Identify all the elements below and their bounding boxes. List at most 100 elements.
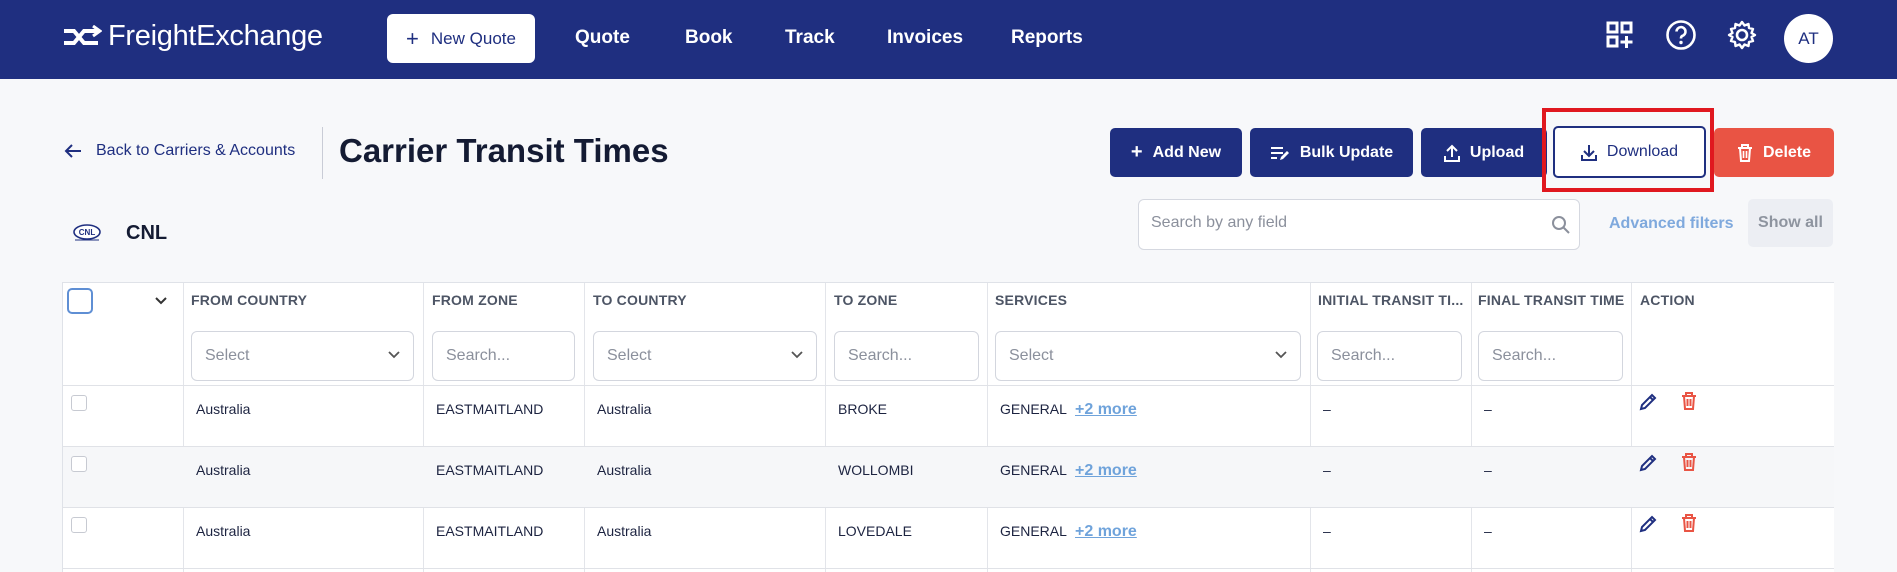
edit-pencil-icon[interactable] (1637, 391, 1659, 413)
trash-icon[interactable] (1678, 390, 1700, 412)
to-country-cell: Australia (597, 462, 652, 478)
row-checkbox[interactable] (71, 456, 87, 472)
new-quote-label: New Quote (430, 28, 516, 48)
services-cell: GENERAL (1000, 462, 1067, 478)
back-link-label: Back to Carriers & Accounts (96, 142, 296, 159)
nav-invoices[interactable]: Invoices (887, 27, 963, 49)
download-highlight (1542, 108, 1714, 192)
add-new-button[interactable]: + Add New (1110, 128, 1242, 177)
col-divider (1471, 283, 1472, 572)
show-all-button[interactable]: Show all (1748, 199, 1833, 247)
row-checkbox[interactable] (71, 517, 87, 533)
col-divider (183, 283, 184, 572)
user-avatar[interactable]: AT (1784, 14, 1833, 63)
chevron-down-icon[interactable] (154, 296, 168, 306)
delete-button[interactable]: Delete (1714, 128, 1834, 177)
nav-book[interactable]: Book (685, 27, 733, 49)
search-placeholder: Search... (848, 347, 913, 364)
col-header-final-transit[interactable]: FINAL TRANSIT TIME (1478, 292, 1624, 308)
final-transit-cell: – (1484, 523, 1492, 539)
search-placeholder: Search... (1331, 347, 1396, 364)
row-divider (62, 507, 1834, 508)
brand-logo[interactable]: FreightExchange (62, 20, 323, 53)
add-new-label: Add New (1152, 143, 1222, 161)
from-zone-cell: EASTMAITLAND (436, 523, 544, 539)
final-transit-cell: – (1484, 462, 1492, 478)
final-transit-cell: – (1484, 401, 1492, 417)
select-placeholder: Select (205, 347, 250, 364)
col-divider (1631, 283, 1632, 572)
top-navbar: FreightExchange + New Quote Quote Book T… (0, 0, 1897, 79)
chevron-down-icon (388, 351, 400, 359)
col-divider (423, 283, 424, 572)
search-placeholder: Search... (1492, 347, 1557, 364)
col-header-to-zone[interactable]: TO ZONE (834, 292, 897, 308)
gear-icon[interactable] (1725, 18, 1759, 52)
plus-icon: + (406, 25, 419, 51)
carrier-logo-text: CNL (79, 228, 96, 237)
col-header-from-country[interactable]: FROM COUNTRY (191, 292, 307, 308)
initial-transit-filter[interactable]: Search... (1317, 331, 1462, 381)
transit-times-table (62, 282, 1834, 572)
edit-pencil-icon[interactable] (1637, 513, 1659, 535)
col-divider (825, 283, 826, 572)
col-header-services[interactable]: SERVICES (995, 292, 1067, 308)
to-country-cell: Australia (597, 401, 652, 417)
arrow-left-icon (64, 144, 81, 158)
col-header-from-zone[interactable]: FROM ZONE (432, 292, 518, 308)
to-zone-filter[interactable]: Search... (834, 331, 979, 381)
page-title: Carrier Transit Times (339, 132, 669, 169)
upload-icon (1443, 144, 1460, 162)
row-checkbox[interactable] (71, 395, 87, 411)
col-header-initial-transit[interactable]: INITIAL TRANSIT TI... (1318, 292, 1464, 308)
col-header-to-country[interactable]: TO COUNTRY (593, 292, 687, 308)
search-field[interactable] (1138, 199, 1580, 250)
row-divider (62, 568, 1834, 569)
freightexchange-logo-icon (64, 24, 102, 45)
row-divider (62, 446, 1834, 447)
services-more-link[interactable]: +2 more (1075, 462, 1137, 480)
carrier-code: CNL (126, 222, 168, 244)
from-zone-filter[interactable]: Search... (432, 331, 575, 381)
final-transit-filter[interactable]: Search... (1478, 331, 1623, 381)
from-country-cell: Australia (196, 401, 251, 417)
services-more-link[interactable]: +2 more (1075, 523, 1137, 541)
search-icon (1552, 216, 1570, 234)
from-zone-cell: EASTMAITLAND (436, 462, 544, 478)
to-country-cell: Australia (597, 523, 652, 539)
upload-button[interactable]: Upload (1421, 128, 1547, 177)
select-all-checkbox[interactable] (67, 288, 93, 314)
from-zone-cell: EASTMAITLAND (436, 401, 544, 417)
help-icon[interactable] (1664, 18, 1698, 52)
select-placeholder: Select (1009, 347, 1054, 364)
nav-reports[interactable]: Reports (1011, 27, 1083, 49)
upload-label: Upload (1469, 143, 1525, 161)
row-divider (62, 385, 1834, 386)
trash-icon[interactable] (1678, 451, 1700, 473)
nav-quote[interactable]: Quote (575, 27, 630, 49)
col-divider (584, 283, 585, 572)
delete-label: Delete (1762, 143, 1812, 161)
advanced-filters-link[interactable]: Advanced filters (1609, 215, 1733, 233)
search-input[interactable] (1151, 214, 1531, 232)
nav-track[interactable]: Track (785, 27, 835, 49)
services-more-link[interactable]: +2 more (1075, 401, 1137, 419)
chevron-down-icon (1275, 351, 1287, 359)
trash-icon[interactable] (1678, 512, 1700, 534)
from-country-select[interactable]: Select (191, 331, 414, 381)
bulk-update-button[interactable]: Bulk Update (1250, 128, 1413, 177)
from-country-cell: Australia (196, 462, 251, 478)
edit-list-icon (1270, 145, 1290, 161)
edit-pencil-icon[interactable] (1637, 452, 1659, 474)
apps-add-icon[interactable] (1603, 18, 1637, 52)
trash-icon (1737, 143, 1753, 162)
to-country-select[interactable]: Select (593, 331, 817, 381)
services-cell: GENERAL (1000, 523, 1067, 539)
header-divider (322, 127, 323, 179)
back-to-carriers-link[interactable]: Back to Carriers & Accounts (64, 142, 295, 160)
new-quote-button[interactable]: + New Quote (387, 14, 535, 63)
initial-transit-cell: – (1323, 401, 1331, 417)
services-select[interactable]: Select (995, 331, 1301, 381)
plus-icon: + (1130, 141, 1143, 163)
to-zone-cell: LOVEDALE (838, 523, 912, 539)
